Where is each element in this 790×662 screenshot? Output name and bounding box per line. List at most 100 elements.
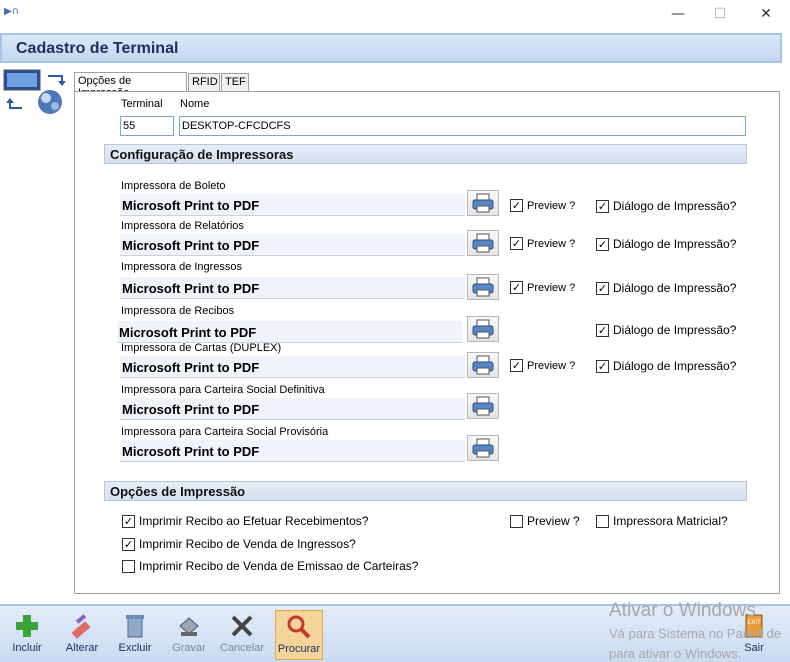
printer-carteira-definitiva-field[interactable]: Microsoft Print to PDF [120,398,465,420]
terminal-input[interactable]: 55 [120,116,174,136]
printer-recibos-field[interactable]: Microsoft Print to PDF [117,321,462,343]
tab-tef[interactable]: TEF [221,73,249,92]
printer-icon [468,319,498,344]
printer-icon [468,396,498,421]
printer-icon [468,233,498,258]
checkbox-icon: ✓ [596,281,609,295]
printer-carteira-definitiva-button[interactable] [467,393,499,419]
printer-cartas-field[interactable]: Microsoft Print to PDF [120,356,465,378]
terminal-network-icon [2,68,72,118]
procurar-button[interactable]: Procurar [275,610,323,660]
save-icon [175,612,203,640]
alterar-button[interactable]: Alterar [58,610,106,660]
checkbox-icon: ✓ [596,199,609,213]
printer-carteira-provisoria-label: Impressora para Carteira Social Provisór… [121,426,329,438]
printer-boleto-preview-checkbox[interactable]: ✓ Preview ? [510,199,575,212]
printer-boleto-dialog-checkbox[interactable]: ✓ Diálogo de Impressão? [596,199,736,213]
printer-relatorios-field[interactable]: Microsoft Print to PDF [120,234,465,256]
printer-ingressos-button[interactable] [467,274,499,300]
maximize-button[interactable]: ☐ [710,4,730,24]
printer-ingressos-field[interactable]: Microsoft Print to PDF [120,277,465,299]
printer-ingressos-preview-checkbox[interactable]: ✓ Preview ? [510,281,575,294]
printer-ingressos-dialog-checkbox[interactable]: ✓ Diálogo de Impressão? [596,281,736,295]
printer-boleto-button[interactable] [467,190,499,216]
checkbox-icon [122,559,135,573]
printer-recibos-dialog-checkbox[interactable]: ✓ Diálogo de Impressão? [596,323,736,337]
printer-cartas-label: Impressora de Cartas (DUPLEX) [121,342,282,354]
dialog-label: Diálogo de Impressão? [613,237,737,251]
printer-relatorios-button[interactable] [467,230,499,256]
preview-label: Preview ? [527,199,576,212]
window-titlebar: ▶∩ — ☐ ✕ [0,0,790,30]
edit-icon [68,612,96,640]
option-label: Preview ? [527,514,580,528]
cancelar-label: Cancelar [219,642,265,654]
print-receipt-payments-checkbox[interactable]: ✓ Imprimir Recibo ao Efetuar Recebimentos… [122,514,368,528]
form-header: Cadastro de Terminal [0,33,782,63]
checkbox-icon: ✓ [596,237,609,251]
page-title: Cadastro de Terminal [16,40,179,57]
printer-recibos-label: Impressora de Recibos [121,305,235,317]
tab-rfid[interactable]: RFID [188,73,220,92]
option-label: Impressora Matricial? [613,514,728,528]
excluir-button[interactable]: Excluir [111,610,159,660]
excluir-label: Excluir [118,642,152,654]
option-label: Imprimir Recibo ao Efetuar Recebimentos? [139,514,369,528]
printers-section-header: Configuração de Impressoras [104,144,747,164]
name-label: Nome [180,98,210,110]
dialog-label: Diálogo de Impressão? [613,359,737,373]
printer-relatorios-dialog-checkbox[interactable]: ✓ Diálogo de Impressão? [596,237,736,251]
terminal-label: Terminal [121,98,163,110]
gravar-label: Gravar [172,642,206,654]
printer-icon [468,193,498,218]
printer-carteira-provisoria-button[interactable] [467,435,499,461]
plus-icon [13,612,41,640]
dialog-label: Diálogo de Impressão? [613,199,737,213]
printer-carteira-definitiva-label: Impressora para Carteira Social Definiti… [121,384,325,396]
alterar-label: Alterar [65,642,99,654]
printer-icon [468,277,498,302]
printer-carteira-provisoria-field[interactable]: Microsoft Print to PDF [120,440,465,462]
incluir-label: Incluir [12,642,42,654]
close-x-icon [228,612,256,640]
minimize-button[interactable]: — [668,4,688,24]
procurar-label: Procurar [277,643,321,655]
print-receipt-cards-checkbox[interactable]: Imprimir Recibo de Venda de Emissao de C… [122,559,418,573]
printer-relatorios-preview-checkbox[interactable]: ✓ Preview ? [510,237,575,250]
printer-ingressos-label: Impressora de Ingressos [121,261,243,273]
printer-cartas-dialog-checkbox[interactable]: ✓ Diálogo de Impressão? [596,359,736,373]
checkbox-icon: ✓ [510,199,523,212]
printer-boleto-label: Impressora de Boleto [121,180,226,192]
activation-watermark-title: Ativar o Windows [609,600,756,621]
options-preview-checkbox[interactable]: Preview ? [510,514,580,528]
checkbox-icon [596,514,609,528]
checkbox-icon: ✓ [510,237,523,250]
tab-opcoes-impressao[interactable]: Opções de Impressão [74,72,187,99]
printer-cartas-button[interactable] [467,352,499,378]
printer-icon [468,438,498,463]
cancelar-button[interactable]: Cancelar [218,610,266,660]
app-icon: ▶∩ [4,6,20,17]
checkbox-icon: ✓ [596,323,609,337]
printer-boleto-field[interactable]: Microsoft Print to PDF [120,194,465,216]
print-receipt-tickets-checkbox[interactable]: ✓ Imprimir Recibo de Venda de Ingressos? [122,537,356,551]
checkbox-icon: ✓ [122,537,135,551]
option-label: Imprimir Recibo de Venda de Emissao de C… [139,559,419,573]
printer-recibos-button[interactable] [467,316,499,342]
trash-icon [121,612,149,640]
matrix-printer-checkbox[interactable]: Impressora Matricial? [596,514,728,528]
checkbox-icon: ✓ [596,359,609,373]
printer-cartas-preview-checkbox[interactable]: ✓ Preview ? [510,359,575,372]
name-input[interactable]: DESKTOP-CFCDCFS [179,116,746,136]
search-icon [285,613,313,641]
gravar-button[interactable]: Gravar [165,610,213,660]
checkbox-icon: ✓ [510,359,523,372]
activation-watermark-line3: para ativar o Windows. [609,646,742,661]
incluir-button[interactable]: Incluir [3,610,51,660]
dialog-label: Diálogo de Impressão? [613,281,737,295]
printer-icon [468,355,498,380]
printer-relatorios-label: Impressora de Relatórios [121,220,244,232]
close-button[interactable]: ✕ [756,4,776,24]
checkbox-icon: ✓ [122,514,135,528]
activation-watermark-line2: Vá para Sistema no Painel de [609,626,781,641]
